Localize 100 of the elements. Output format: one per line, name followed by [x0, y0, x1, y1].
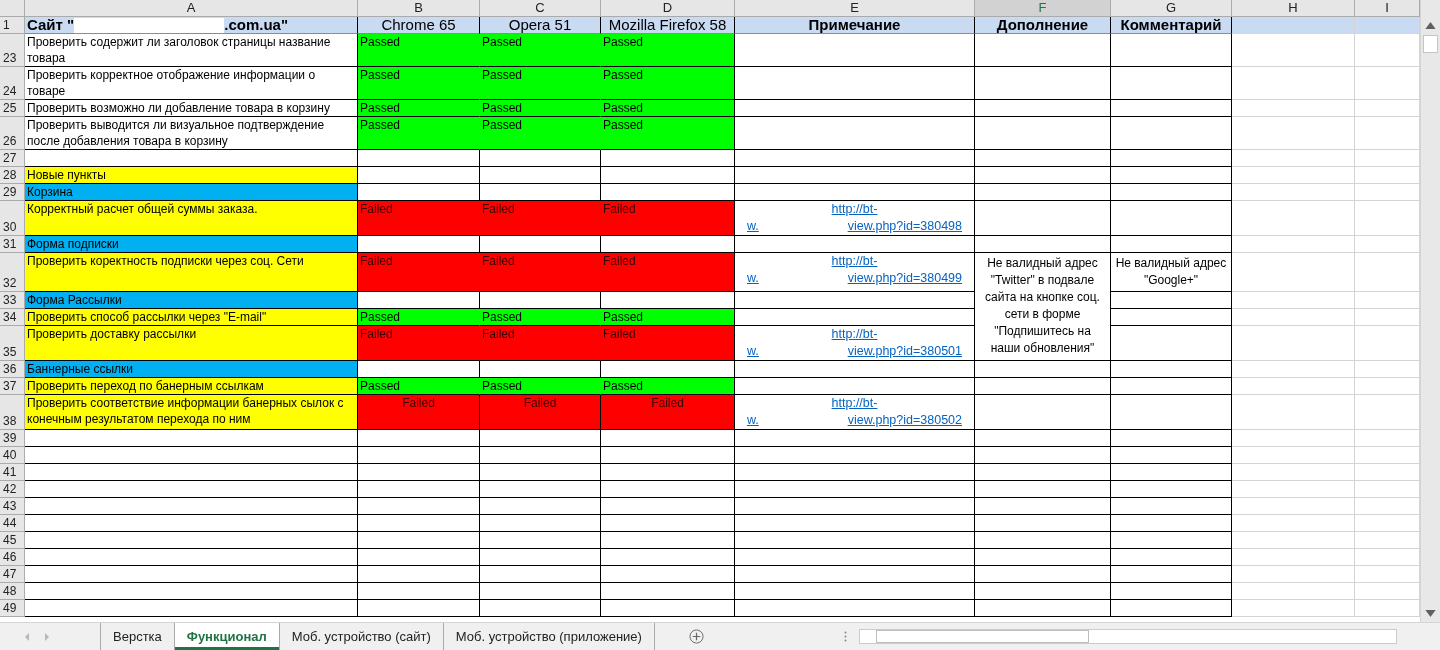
row-header[interactable]: 44	[0, 515, 25, 532]
table-cell: Passed	[601, 378, 735, 395]
table-cell: Проверить выводится ли визуальное подтверждение после добавления товара в корзину	[25, 117, 358, 150]
table-cell: Passed	[358, 309, 480, 326]
row-header[interactable]: 33	[0, 292, 25, 309]
table-cell: Проверить соответствие информации банерных сылок с конечным результатом перехода по ним	[25, 395, 358, 430]
table-cell: Failed	[480, 395, 601, 430]
row-header[interactable]: 46	[0, 549, 25, 566]
table-cell: Корзина	[25, 184, 358, 201]
table-cell: Не валидный адрес "Google+"	[1111, 253, 1232, 292]
column-header[interactable]: I	[1355, 0, 1420, 17]
row-header[interactable]: 38	[0, 395, 25, 430]
table-cell: Passed	[601, 67, 735, 100]
row-header[interactable]: 29	[0, 184, 25, 201]
row-header[interactable]: 48	[0, 583, 25, 600]
table-cell: Failed	[601, 253, 735, 292]
table-cell: Дополнение	[975, 17, 1111, 34]
table-cell: Passed	[358, 100, 480, 117]
table-cell: Passed	[358, 67, 480, 100]
table-cell: Passed	[480, 67, 601, 100]
row-header[interactable]: 41	[0, 464, 25, 481]
table-cell: Failed	[480, 201, 601, 236]
row-header[interactable]: 23	[0, 34, 25, 67]
table-cell: Проверить доставку рассылки	[25, 326, 358, 361]
link[interactable]: http://bt- w. view.php?id=380498	[737, 201, 972, 235]
sheet-tab[interactable]: Моб. устройство (сайт)	[279, 623, 444, 650]
scroll-right-icon[interactable]	[44, 632, 50, 641]
table-cell: Не валидный адрес "Twitter" в подвале сайта на кнопке соц. сети в форме "Подпишитесь на наши обновления"	[975, 253, 1111, 361]
column-header[interactable]: B	[358, 0, 480, 17]
table-cell: Passed	[358, 117, 480, 150]
row-header[interactable]: 28	[0, 167, 25, 184]
sheet-tab[interactable]: Верстка	[101, 623, 175, 650]
sheet-tab[interactable]: Функционал	[174, 623, 280, 650]
row-header[interactable]: 45	[0, 532, 25, 549]
row-header[interactable]: 39	[0, 430, 25, 447]
row-header[interactable]: 34	[0, 309, 25, 326]
row-header[interactable]: 37	[0, 378, 25, 395]
table-cell: Passed	[601, 117, 735, 150]
row-header[interactable]: 26	[0, 117, 25, 150]
table-cell: Сайт " .com.ua"	[25, 17, 358, 34]
row-header[interactable]: 25	[0, 100, 25, 117]
column-header[interactable]: F	[975, 0, 1111, 17]
table-cell: Failed	[480, 326, 601, 361]
column-header[interactable]: H	[1232, 0, 1355, 17]
row-header[interactable]: 35	[0, 326, 25, 361]
table-cell: Mozilla Firefox 58	[601, 17, 735, 34]
column-header[interactable]: E	[735, 0, 975, 17]
row-header[interactable]: 30	[0, 201, 25, 236]
scroll-left-icon[interactable]	[24, 632, 30, 641]
table-cell: Failed	[358, 201, 480, 236]
table-cell: Failed	[358, 326, 480, 361]
more-icon[interactable]	[843, 631, 847, 642]
row-header[interactable]: 40	[0, 447, 25, 464]
column-header[interactable]: C	[480, 0, 601, 17]
table-cell: Failed	[358, 395, 480, 430]
link[interactable]: http://bt- w. view.php?id=380499	[737, 253, 972, 287]
table-cell: Passed	[358, 34, 480, 67]
table-cell: Форма подписки	[25, 236, 358, 253]
table-cell: Passed	[601, 34, 735, 67]
column-header[interactable]: D	[601, 0, 735, 17]
table-cell: Проверить способ рассылки через "E-mail"	[25, 309, 358, 326]
link[interactable]: http://bt- w. view.php?id=380501	[737, 326, 972, 360]
table-cell: Проверить содержит ли заголовок страницы название товара	[25, 34, 358, 67]
table-cell: Opera 51	[480, 17, 601, 34]
row-header[interactable]: 32	[0, 253, 25, 292]
row-header[interactable]: 42	[0, 481, 25, 498]
table-cell: Chrome 65	[358, 17, 480, 34]
scrollbar-thumb[interactable]	[1423, 35, 1438, 53]
table-cell: Passed	[601, 100, 735, 117]
table-cell: Примечание	[735, 17, 975, 34]
table-cell: Баннерные ссылки	[25, 361, 358, 378]
table-cell: Комментарий	[1111, 17, 1232, 34]
table-cell: Failed	[480, 253, 601, 292]
table-cell: Passed	[358, 378, 480, 395]
row-header[interactable]: 43	[0, 498, 25, 515]
row-header[interactable]: 36	[0, 361, 25, 378]
row-header[interactable]: 47	[0, 566, 25, 583]
table-cell: Проверить коректность подписки через соц. Сети	[25, 253, 358, 292]
table-cell: Проверить возможно ли добавление товара в корзину	[25, 100, 358, 117]
table-cell: Форма Рассылки	[25, 292, 358, 309]
column-header[interactable]: G	[1111, 0, 1232, 17]
table-cell: Корректный расчет общей суммы заказа.	[25, 201, 358, 236]
horizontal-scrollbar[interactable]	[858, 629, 1397, 644]
sheet-tab[interactable]: Моб. устройство (приложение)	[443, 623, 655, 650]
row-header[interactable]: 31	[0, 236, 25, 253]
add-sheet-icon[interactable]	[688, 629, 704, 644]
link[interactable]: http://bt- w. view.php?id=380502	[737, 395, 972, 429]
row-header[interactable]: 27	[0, 150, 25, 167]
row-header[interactable]: 24	[0, 67, 25, 100]
table-cell: Новые пункты	[25, 167, 358, 184]
select-all-corner[interactable]	[0, 0, 25, 17]
table-cell: Passed	[601, 309, 735, 326]
table-cell: Проверить переход по банерным ссылкам	[25, 378, 358, 395]
table-cell: Passed	[480, 309, 601, 326]
table-cell: Failed	[601, 395, 735, 430]
row-header[interactable]: 1	[0, 17, 25, 34]
column-header[interactable]: A	[25, 0, 358, 17]
row-header[interactable]: 49	[0, 600, 25, 617]
table-cell: Passed	[480, 34, 601, 67]
table-cell: Passed	[480, 100, 601, 117]
